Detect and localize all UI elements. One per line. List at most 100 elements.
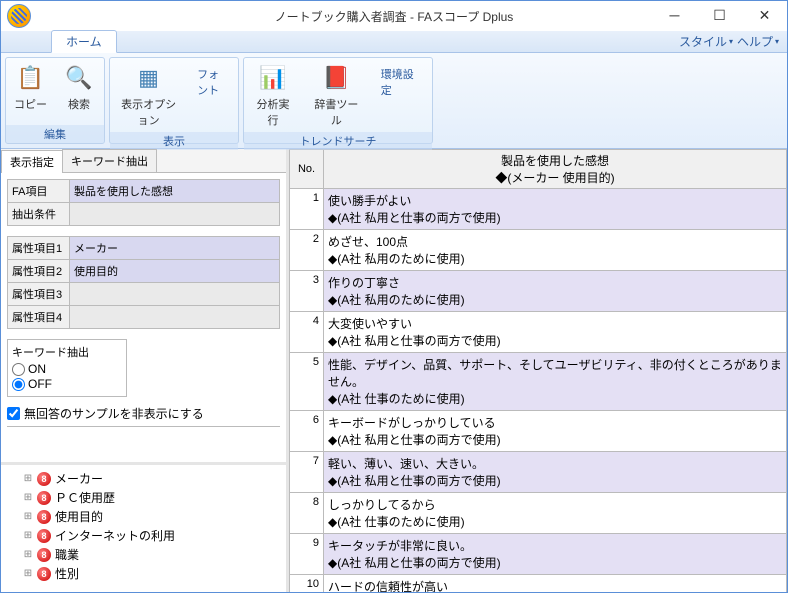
table-row[interactable]: 10ハードの信頼性が高い◆(A社 私用と仕事の両方で使用) xyxy=(290,575,787,593)
radio-off[interactable]: OFF xyxy=(12,377,122,391)
row-text: 大変使いやすい◆(A社 私用と仕事の両方で使用) xyxy=(324,312,787,353)
minimize-button[interactable]: ─ xyxy=(652,1,697,29)
titlebar: ノートブック購入者調査 - FAスコープ Dplus ─ ☐ ✕ xyxy=(1,1,787,31)
ribbon-group-trend-label: トレンドサーチ xyxy=(244,132,432,150)
window-title: ノートブック購入者調査 - FAスコープ Dplus xyxy=(275,8,514,25)
row-text: キーボードがしっかりしている◆(A社 私用と仕事の両方で使用) xyxy=(324,411,787,452)
fa-item-value[interactable]: 製品を使用した感想 xyxy=(70,180,280,203)
ribbon: 📋 コピー 🔍 検索 編集 ▦ 表示オプション フォント 表示 📊 分 xyxy=(1,53,787,149)
tree-item-label: 使用目的 xyxy=(55,508,103,525)
attribute-icon: 8 xyxy=(37,472,51,486)
expander-icon[interactable]: ⊞ xyxy=(23,549,33,560)
col-no-header[interactable]: No. xyxy=(290,150,324,189)
font-button[interactable]: フォント xyxy=(187,62,238,102)
tree-item[interactable]: ⊞8インターネットの利用 xyxy=(5,526,282,545)
row-number: 4 xyxy=(290,312,324,353)
search-icon: 🔍 xyxy=(63,62,95,94)
row-text: キータッチが非常に良い。◆(A社 私用と仕事の両方で使用) xyxy=(324,534,787,575)
row-text: 性能、デザイン、品質、サポート、そしてユーザビリティ、非の付くところがありません… xyxy=(324,353,787,411)
grid-icon: ▦ xyxy=(133,62,165,94)
left-panel: 表示指定 キーワード抽出 FA項目 製品を使用した感想 抽出条件 属性項目1メー… xyxy=(1,149,289,592)
menu-help[interactable]: ヘルプ ▾ xyxy=(737,33,779,50)
tree-item-label: 職業 xyxy=(55,546,79,563)
row-number: 8 xyxy=(290,493,324,534)
menu-style[interactable]: スタイル ▾ xyxy=(679,33,733,50)
tree-item[interactable]: ⊞ 8 ＰＣ使用歴 xyxy=(5,488,282,507)
table-row[interactable]: 3作りの丁寧さ◆(A社 私用のために使用) xyxy=(290,271,787,312)
attr4-value[interactable] xyxy=(70,306,280,329)
dict-tool-button[interactable]: 📕 辞書ツール xyxy=(302,58,371,132)
right-panel: No. 製品を使用した感想 ◆(メーカー 使用目的) 1使い勝手がよい◆(A社 … xyxy=(289,149,787,592)
extract-cond-label: 抽出条件 xyxy=(8,203,70,226)
display-option-button[interactable]: ▦ 表示オプション xyxy=(110,58,187,132)
extract-cond-value[interactable] xyxy=(70,203,280,226)
table-row[interactable]: 9キータッチが非常に良い。◆(A社 私用と仕事の両方で使用) xyxy=(290,534,787,575)
table-row[interactable]: 4大変使いやすい◆(A社 私用と仕事の両方で使用) xyxy=(290,312,787,353)
attr3-label: 属性項目3 xyxy=(8,283,70,306)
tree-item-label: 性別 xyxy=(55,565,79,582)
row-text: ハードの信頼性が高い◆(A社 私用と仕事の両方で使用) xyxy=(324,575,787,593)
app-icon[interactable] xyxy=(7,4,31,28)
row-number: 6 xyxy=(290,411,324,452)
radio-on[interactable]: ON xyxy=(12,362,122,376)
attr2-value[interactable]: 使用目的 xyxy=(70,260,280,283)
attribute-icon: 8 xyxy=(37,491,51,505)
tree-item-label: ＰＣ使用歴 xyxy=(55,489,115,506)
table-row[interactable]: 8しっかりしてるから◆(A社 仕事のために使用) xyxy=(290,493,787,534)
tree-item-label: メーカー xyxy=(55,470,103,487)
row-text: 軽い、薄い、速い、大きい。◆(A社 私用と仕事の両方で使用) xyxy=(324,452,787,493)
row-number: 10 xyxy=(290,575,324,593)
search-button[interactable]: 🔍 検索 xyxy=(55,58,103,125)
analysis-run-button[interactable]: 📊 分析実行 xyxy=(244,58,302,132)
row-text: めざせ、100点◆(A社 私用のために使用) xyxy=(324,230,787,271)
table-row[interactable]: 6キーボードがしっかりしている◆(A社 私用と仕事の両方で使用) xyxy=(290,411,787,452)
book-icon: 📕 xyxy=(320,62,352,94)
attr2-label: 属性項目2 xyxy=(8,260,70,283)
tree-item[interactable]: ⊞ 8 性別 xyxy=(5,564,282,583)
menubar: ホーム スタイル ▾ ヘルプ ▾ xyxy=(1,31,787,53)
table-row[interactable]: 1使い勝手がよい◆(A社 私用と仕事の両方で使用) xyxy=(290,189,787,230)
tree-item[interactable]: ⊞8使用目的 xyxy=(5,507,282,526)
tab-keyword-extract[interactable]: キーワード抽出 xyxy=(62,149,157,172)
ribbon-group-edit-label: 編集 xyxy=(6,125,104,143)
fa-item-label: FA項目 xyxy=(8,180,70,203)
row-number: 7 xyxy=(290,452,324,493)
env-settings-button[interactable]: 環境設定 xyxy=(371,62,432,102)
row-number: 5 xyxy=(290,353,324,411)
row-number: 9 xyxy=(290,534,324,575)
expander-icon[interactable]: ⊞ xyxy=(23,511,33,522)
close-button[interactable]: ✕ xyxy=(742,1,787,29)
chevron-down-icon: ▾ xyxy=(729,37,733,46)
row-text: 使い勝手がよい◆(A社 私用と仕事の両方で使用) xyxy=(324,189,787,230)
kw-extract-title: キーワード抽出 xyxy=(12,344,122,360)
copy-icon: 📋 xyxy=(15,62,47,94)
table-row[interactable]: 7軽い、薄い、速い、大きい。◆(A社 私用と仕事の両方で使用) xyxy=(290,452,787,493)
row-text: しっかりしてるから◆(A社 仕事のために使用) xyxy=(324,493,787,534)
expander-icon[interactable]: ⊞ xyxy=(23,492,33,503)
row-number: 2 xyxy=(290,230,324,271)
hide-blank-checkbox[interactable]: 無回答のサンプルを非表示にする xyxy=(7,405,280,427)
row-text: 作りの丁寧さ◆(A社 私用のために使用) xyxy=(324,271,787,312)
row-number: 1 xyxy=(290,189,324,230)
expander-icon[interactable]: ⊞ xyxy=(23,568,33,579)
attribute-icon: 8 xyxy=(37,529,51,543)
attr4-label: 属性項目4 xyxy=(8,306,70,329)
row-number: 3 xyxy=(290,271,324,312)
maximize-button[interactable]: ☐ xyxy=(697,1,742,29)
table-row[interactable]: 2めざせ、100点◆(A社 私用のために使用) xyxy=(290,230,787,271)
attr1-value[interactable]: メーカー xyxy=(70,237,280,260)
tree-item[interactable]: ⊞8職業 xyxy=(5,545,282,564)
table-row[interactable]: 5性能、デザイン、品質、サポート、そしてユーザビリティ、非の付くところがありませ… xyxy=(290,353,787,411)
attr3-value[interactable] xyxy=(70,283,280,306)
attribute-icon: 8 xyxy=(37,567,51,581)
expander-icon[interactable]: ⊞ xyxy=(23,473,33,484)
col-text-header[interactable]: 製品を使用した感想 ◆(メーカー 使用目的) xyxy=(324,150,787,189)
data-table-scroll[interactable]: No. 製品を使用した感想 ◆(メーカー 使用目的) 1使い勝手がよい◆(A社 … xyxy=(289,149,787,592)
copy-button[interactable]: 📋 コピー xyxy=(6,58,55,125)
keyword-extract-group: キーワード抽出 ON OFF xyxy=(7,339,127,397)
tree-item[interactable]: ⊞ 8 メーカー xyxy=(5,469,282,488)
tab-display-spec[interactable]: 表示指定 xyxy=(1,150,63,173)
data-table: No. 製品を使用した感想 ◆(メーカー 使用目的) 1使い勝手がよい◆(A社 … xyxy=(289,149,787,592)
tab-home[interactable]: ホーム xyxy=(51,30,117,53)
expander-icon[interactable]: ⊞ xyxy=(23,530,33,541)
